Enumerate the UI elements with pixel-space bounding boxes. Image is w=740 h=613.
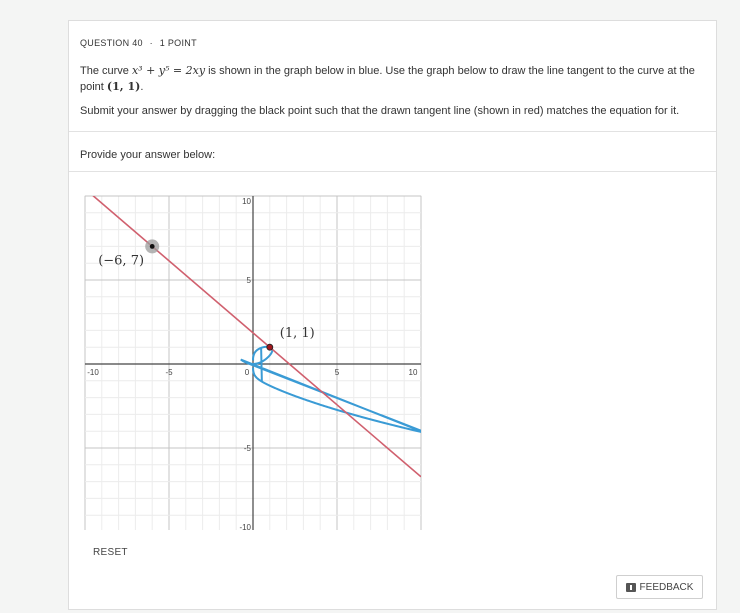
divider xyxy=(69,131,716,132)
question-instructions: Submit your answer by dragging the black… xyxy=(80,105,680,117)
y-tick-label: -5 xyxy=(244,444,252,453)
x-tick-label: 5 xyxy=(335,368,340,377)
question-header: QUESTION 40 · 1 POINT xyxy=(80,38,197,48)
provide-answer-label: Provide your answer below: xyxy=(80,149,216,161)
x-tick-label: 0 xyxy=(245,368,250,377)
reset-button[interactable]: RESET xyxy=(93,547,128,558)
question-text-part: The curve xyxy=(80,65,132,77)
y-tick-label: 10 xyxy=(242,197,251,206)
handle-point-label: (−6, 7) xyxy=(98,253,144,268)
tangent-point-marker xyxy=(266,343,274,351)
divider xyxy=(69,171,716,172)
y-tick-label: 5 xyxy=(247,276,252,285)
drag-handle-point[interactable] xyxy=(149,244,155,249)
feedback-flag-icon xyxy=(625,582,636,592)
question-card: QUESTION 40 · 1 POINT The curve x³ + y⁵ … xyxy=(68,20,717,610)
x-tick-label: 10 xyxy=(409,368,418,377)
question-number: QUESTION 40 xyxy=(80,38,143,48)
feedback-button[interactable]: FEEDBACK xyxy=(616,575,703,599)
y-tick-label: -10 xyxy=(239,523,251,530)
question-text-part: . xyxy=(140,81,144,93)
header-separator: · xyxy=(149,38,153,48)
question-text: The curve x³ + y⁵ = 2xy is shown in the … xyxy=(80,63,710,95)
curve-equation: x³ + y⁵ = 2xy xyxy=(131,64,206,77)
question-points: 1 POINT xyxy=(159,38,197,48)
feedback-label: FEEDBACK xyxy=(639,581,694,593)
interactive-graph[interactable]: -10 -5 0 5 10 10 5 -5 -10 (1, 1) (−6, 7) xyxy=(84,190,424,530)
x-tick-label: -5 xyxy=(165,368,173,377)
x-tick-label: -10 xyxy=(87,368,99,377)
tangent-point-text: (1, 1) xyxy=(106,80,141,93)
tangent-point-label: (1, 1) xyxy=(280,326,315,341)
